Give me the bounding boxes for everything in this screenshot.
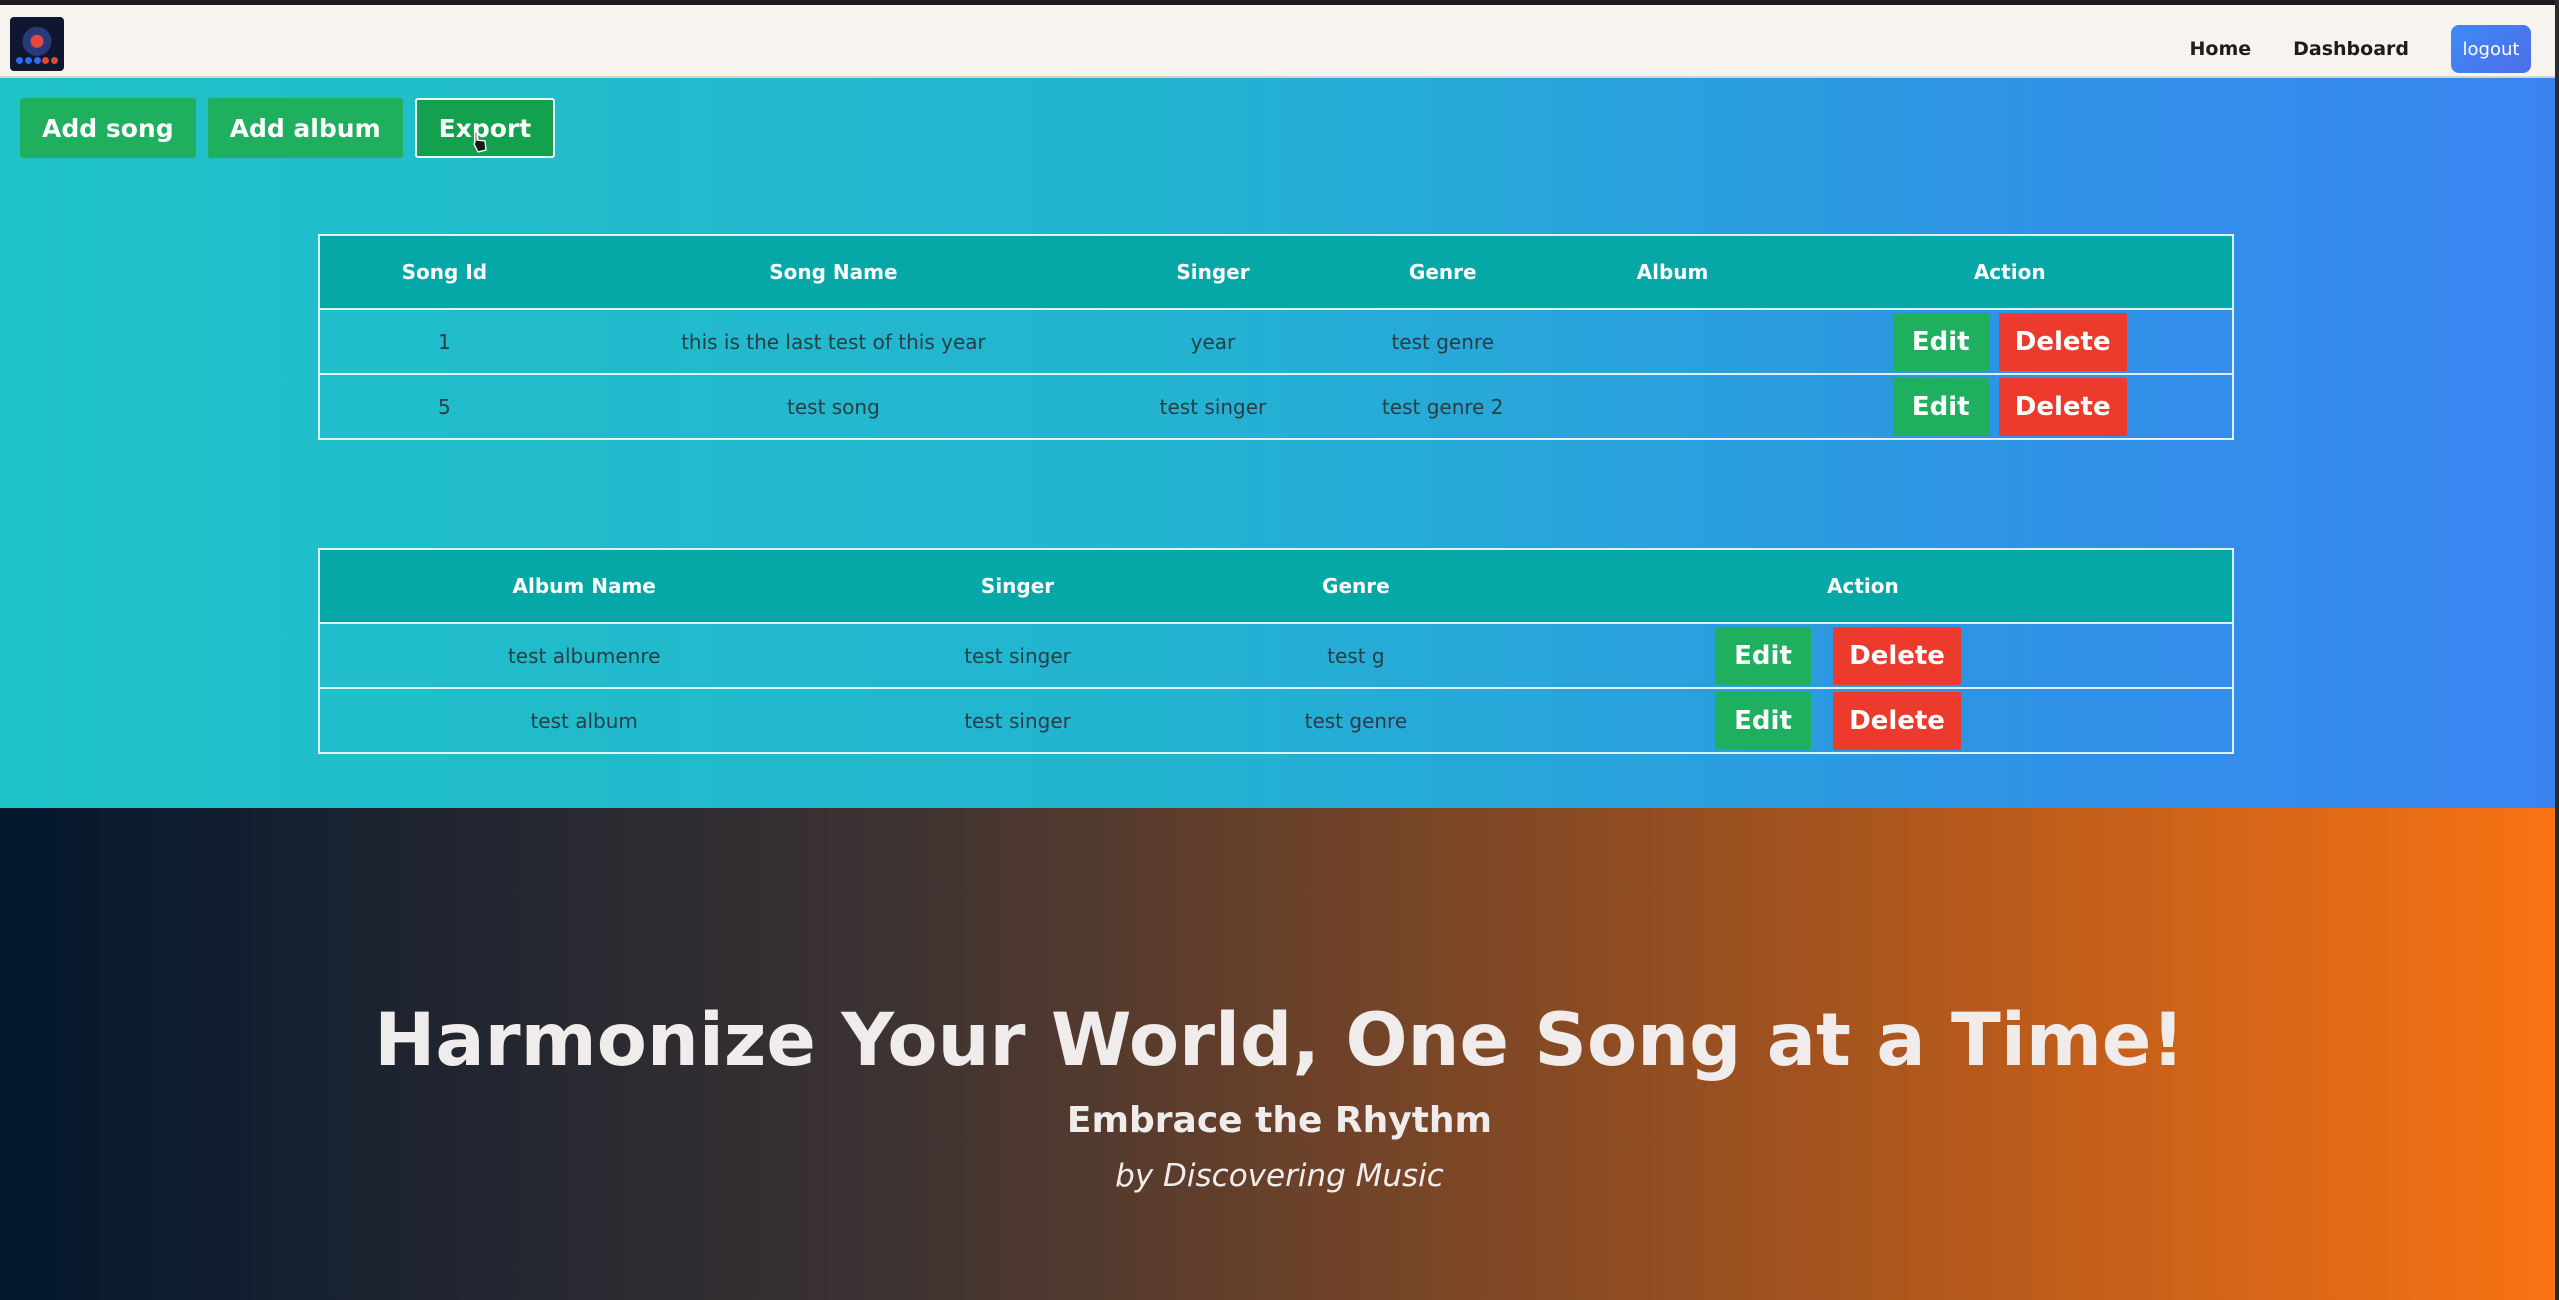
songs-table: Song Id Song Name Singer Genre Album Act… — [318, 234, 2234, 440]
song-id-cell: 5 — [438, 394, 451, 419]
edit-song-button[interactable]: Edit — [1892, 377, 1989, 436]
action-cell: Edit Delete — [1525, 688, 2233, 753]
album-cell — [1558, 309, 1788, 374]
albums-table-header-row: Album Name Singer Genre Action — [319, 549, 2233, 623]
singer-cell: test singer — [964, 643, 1071, 668]
hero-subtitle: Embrace the Rhythm — [1066, 1100, 1493, 1141]
edit-album-button[interactable]: Edit — [1715, 691, 1812, 750]
nav-dashboard-link[interactable]: Dashboard — [2293, 38, 2409, 60]
delete-album-button[interactable]: Delete — [1833, 626, 1962, 685]
singer-cell: year — [1190, 329, 1236, 354]
song-id-cell: 1 — [438, 329, 451, 354]
albums-table: Album Name Singer Genre Action test albu… — [318, 548, 2234, 754]
songs-table-header-row: Song Id Song Name Singer Genre Album Act… — [319, 235, 2233, 309]
album-name-cell: test albumenre — [507, 643, 661, 668]
page-scrollbar[interactable] — [2555, 0, 2559, 1300]
table-row: test albumenre test singer test g Edit De… — [319, 623, 2233, 688]
header-action: Action — [1827, 574, 1899, 598]
delete-album-button[interactable]: Delete — [1833, 691, 1962, 750]
header-genre: Genre — [1322, 574, 1390, 598]
header-song-name: Song Name — [769, 260, 898, 284]
header-singer: Singer — [1176, 260, 1250, 284]
add-song-button[interactable]: Add song — [20, 98, 196, 158]
genre-cell: test genre — [1304, 708, 1408, 733]
genre-cell: test genre — [1391, 329, 1494, 354]
song-name-cell: this is the last test of this year — [681, 329, 986, 354]
delete-song-button[interactable]: Delete — [1998, 312, 2127, 371]
header-song-id: Song Id — [401, 260, 488, 284]
logout-button[interactable]: logout — [2451, 25, 2531, 73]
nav-home-link[interactable]: Home — [2189, 38, 2251, 60]
song-name-cell: test song — [787, 394, 880, 419]
header-action: Action — [1973, 260, 2046, 284]
hero-tagline: by Discovering Music — [1115, 1158, 1444, 1194]
singer-cell: test singer — [964, 708, 1071, 733]
action-cell: Edit Delete — [1787, 309, 2233, 374]
header-genre: Genre — [1408, 260, 1477, 284]
album-cell — [1558, 374, 1788, 439]
header-album: Album — [1636, 260, 1709, 284]
add-album-button[interactable]: Add album — [207, 98, 403, 158]
delete-song-button[interactable]: Delete — [1998, 377, 2127, 436]
pointer-cursor-icon — [473, 131, 487, 153]
dashboard-content: Add song Add album Export Song Id Song N… — [0, 78, 2559, 808]
singer-cell: test singer — [1159, 394, 1267, 419]
action-cell: Edit Delete — [1787, 374, 2233, 439]
genre-cell: test genre 2 — [1381, 394, 1504, 419]
hero-title: Harmonize Your World, One Song at a Time… — [374, 998, 2185, 1083]
header-singer: Singer — [980, 574, 1055, 598]
edit-song-button[interactable]: Edit — [1892, 312, 1989, 371]
table-row: 5 test song test singer test genre 2 Edi… — [319, 374, 2233, 439]
table-row: test album test singer test genre Edit De… — [319, 688, 2233, 753]
header-album-name: Album Name — [512, 574, 656, 598]
action-cell: Edit Delete — [1525, 623, 2233, 688]
edit-album-button[interactable]: Edit — [1715, 626, 1812, 685]
genre-cell: test g — [1327, 643, 1385, 668]
nav-links: Home Dashboard logout — [2189, 25, 2531, 73]
album-name-cell: test album — [530, 708, 638, 733]
top-navbar: Home Dashboard logout — [0, 0, 2559, 78]
table-row: 1 this is the last test of this year yea… — [319, 309, 2233, 374]
app-logo-icon[interactable] — [10, 17, 64, 71]
hero-banner: Harmonize Your World, One Song at a Time… — [0, 808, 2559, 1300]
